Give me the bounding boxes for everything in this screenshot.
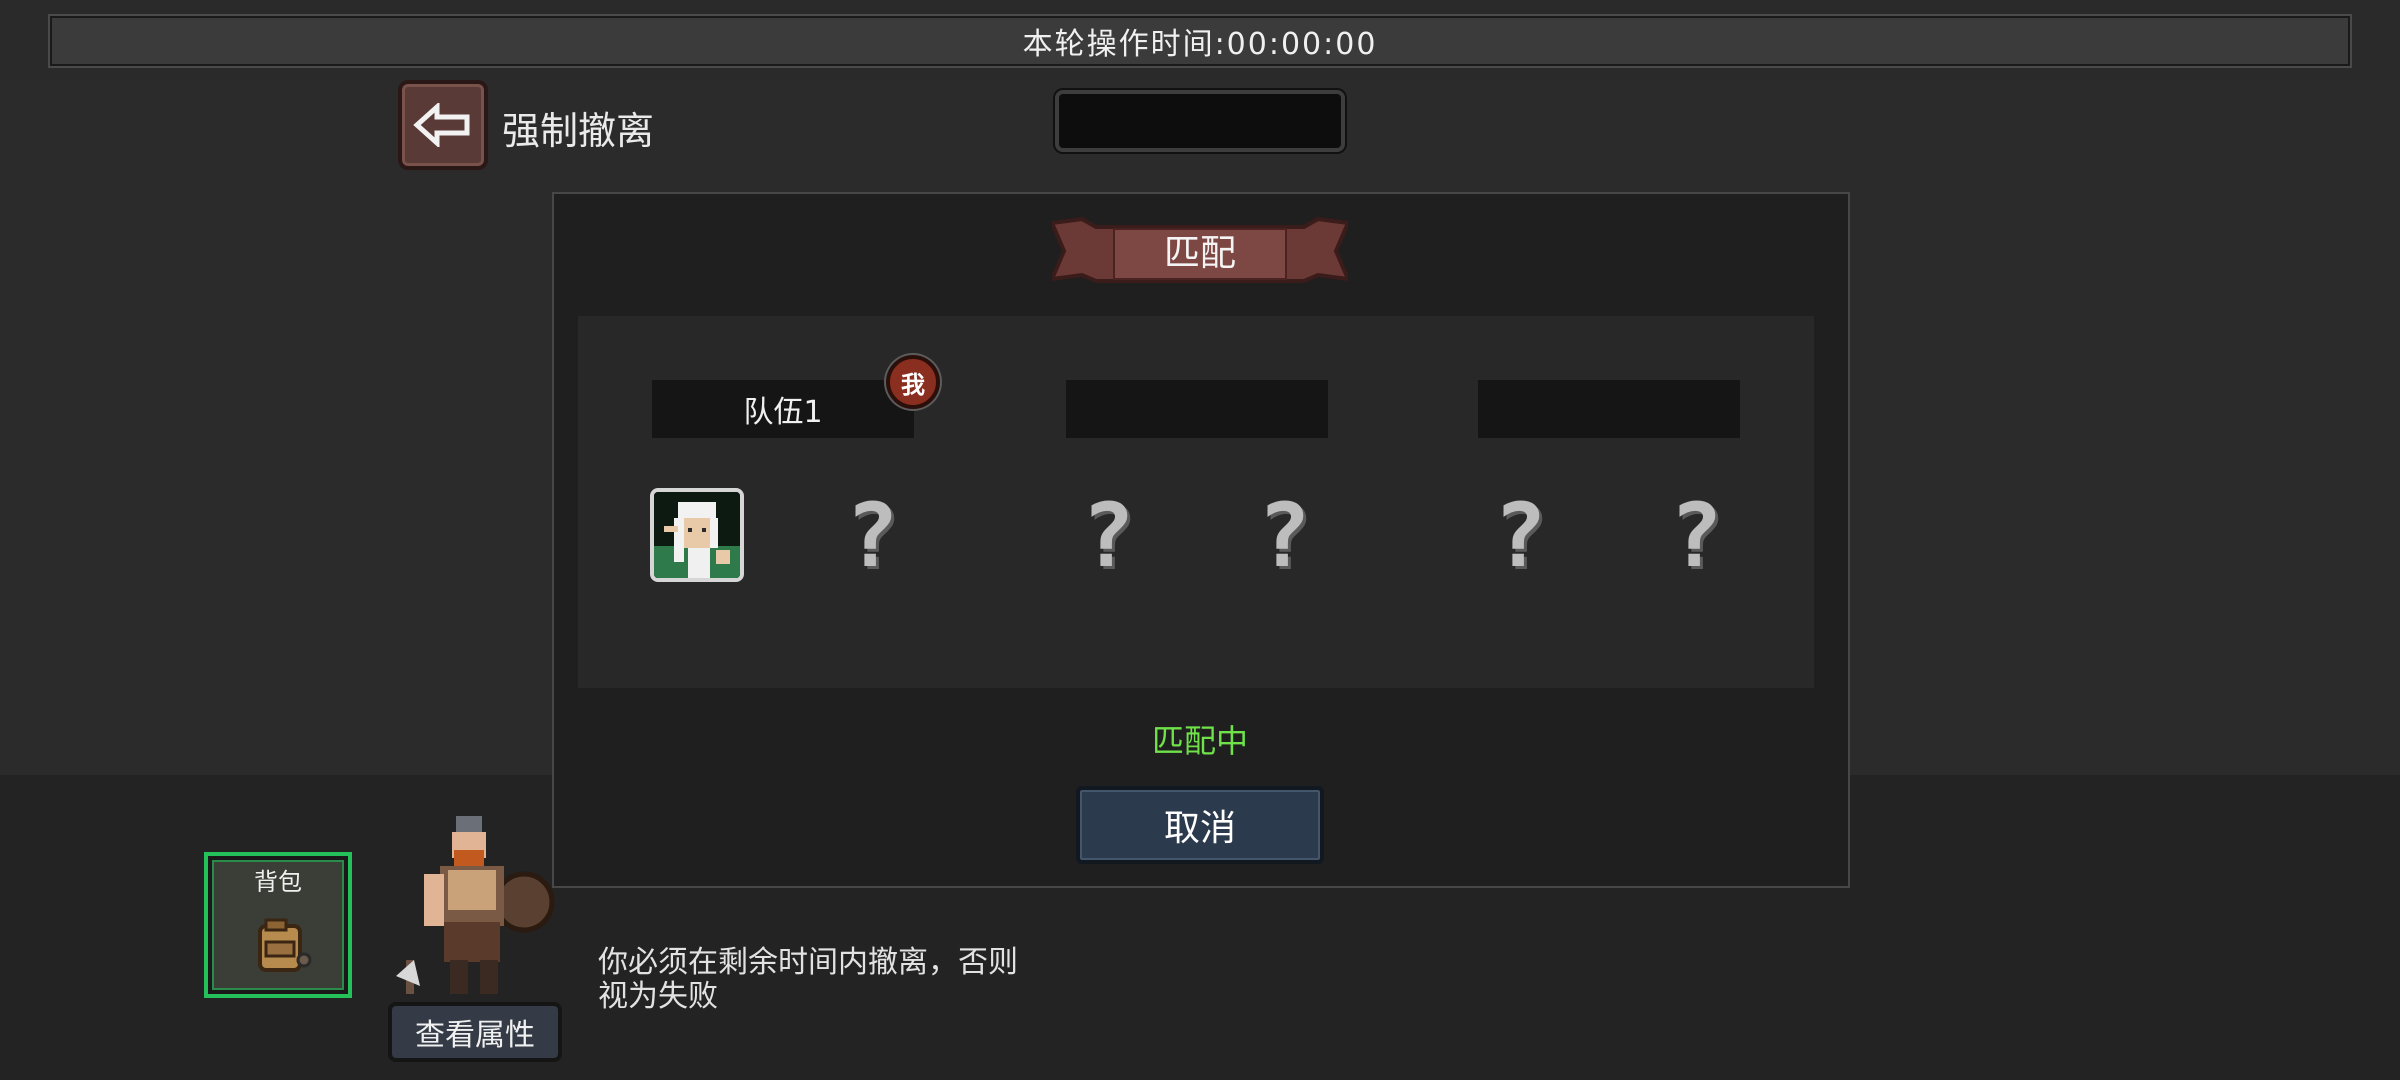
force-evacuate-button[interactable] [398, 80, 488, 170]
team-name: 队伍1 [743, 395, 823, 430]
elf-portrait-icon [654, 492, 740, 578]
panel-title: 匹配 [1163, 233, 1236, 274]
team-slot-1: 队伍1 [652, 380, 914, 438]
back-arrow-icon [413, 103, 470, 147]
teams-area [578, 316, 1814, 688]
top-empty-slot [1055, 90, 1345, 152]
unknown-player-slot: ? [1081, 483, 1135, 587]
unknown-player-slot: ? [845, 483, 899, 587]
matching-status: 匹配中 [1151, 722, 1248, 760]
backpack-icon [258, 918, 312, 972]
team-slot-3 [1478, 380, 1740, 438]
backpack-button[interactable]: 背包 [204, 852, 352, 998]
cancel-button[interactable]: 取消 [1076, 786, 1324, 864]
unknown-player-slot: ? [1493, 483, 1547, 587]
me-badge: 我 [886, 355, 940, 409]
evacuation-hint: 你必须在剩余时间内撤离，否则视为失败 [598, 945, 1018, 1014]
unknown-player-slot: ? [1669, 483, 1723, 587]
team-slot-2 [1066, 380, 1328, 438]
view-attributes-label: 查看属性 [415, 1018, 535, 1053]
round-timer-bar: 本轮操作时间:00:00:00 [48, 14, 2352, 68]
cancel-button-label: 取消 [1163, 808, 1236, 849]
unknown-player-slot: ? [1257, 483, 1311, 587]
backpack-label: 背包 [254, 868, 302, 896]
hero-character-icon [396, 816, 555, 994]
round-timer-label: 本轮操作时间:00:00:00 [1022, 27, 1378, 62]
player-avatar [650, 488, 744, 582]
view-attributes-button[interactable]: 查看属性 [388, 1002, 562, 1062]
force-evacuate-label[interactable]: 强制撤离 [502, 100, 654, 155]
